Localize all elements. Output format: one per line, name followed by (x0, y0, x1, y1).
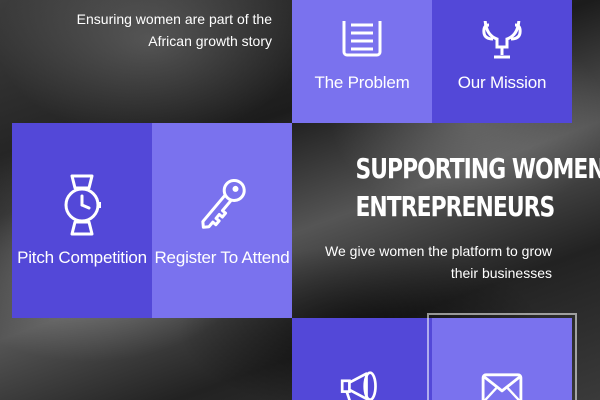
megaphone-tile[interactable] (292, 318, 432, 400)
hero-section: SUPPORTING WOMEN ENTREPRENEURS We give w… (300, 150, 600, 284)
trophy-icon (482, 20, 522, 58)
mission-label: Our Mission (457, 72, 547, 92)
key-icon (201, 178, 246, 229)
pitch-competition-tile[interactable]: Pitch Competition (12, 123, 152, 318)
megaphone-icon (340, 371, 377, 400)
problem-tile[interactable]: The Problem (292, 0, 432, 123)
hero-subtitle: We give women the platform to grow their… (325, 243, 552, 281)
mission-tile[interactable]: Our Mission (432, 0, 572, 123)
register-tile[interactable]: Register To Attend (152, 123, 292, 318)
contact-tile[interactable] (432, 318, 572, 400)
page-background: Ensuring women are part of the African g… (0, 0, 600, 400)
problem-label: The Problem (314, 72, 410, 92)
envelope-icon (481, 373, 523, 400)
pitch-competition-label: Pitch Competition (17, 247, 147, 267)
hero-title-line-2: ENTREPRENEURS (355, 190, 555, 223)
register-label: Register To Attend (154, 247, 290, 267)
tagline-text: Ensuring women are part of the African g… (76, 11, 272, 49)
document-icon (342, 20, 382, 56)
wristwatch-icon (64, 174, 101, 235)
hero-title-line-1: SUPPORTING WOMEN (355, 152, 600, 185)
